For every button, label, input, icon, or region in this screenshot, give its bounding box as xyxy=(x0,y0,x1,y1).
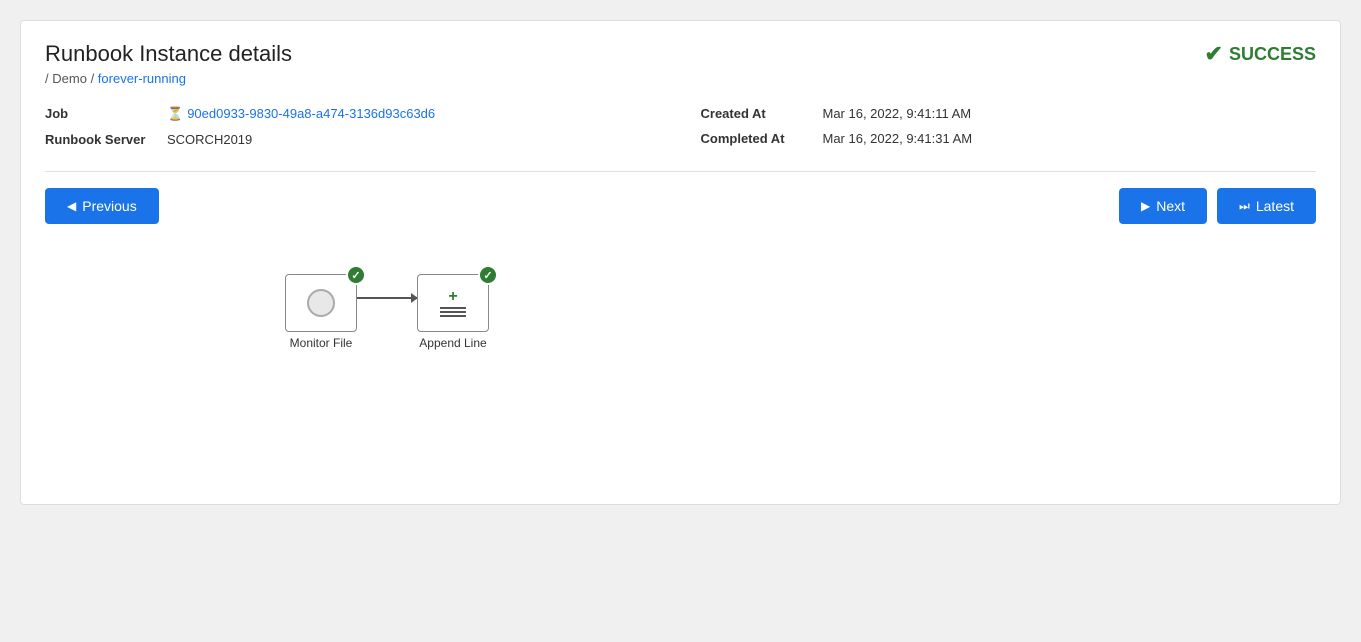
page-title: Runbook Instance details xyxy=(45,41,292,67)
success-check-icon: ✔ xyxy=(1205,41,1223,67)
previous-label: Previous xyxy=(82,198,136,214)
completed-at-value: Mar 16, 2022, 9:41:31 AM xyxy=(823,131,973,146)
previous-arrow-icon: ◀ xyxy=(67,199,76,213)
line-2 xyxy=(440,311,466,313)
line-1 xyxy=(440,307,466,309)
job-value: ⏳ 90ed0933-9830-49a8-a474-3136d93c63d6 xyxy=(167,106,435,122)
append-line-label: Append Line xyxy=(419,336,486,350)
latest-arrow-icon: ⏭ xyxy=(1239,199,1250,214)
job-label: Job xyxy=(45,106,155,121)
connector-arrow xyxy=(357,297,417,299)
created-at-value: Mar 16, 2022, 9:41:11 AM xyxy=(823,106,972,121)
workflow-node-monitor-file[interactable]: ✓ Monitor File xyxy=(285,274,357,350)
title-section: Runbook Instance details / Demo / foreve… xyxy=(45,41,292,86)
plus-icon: + xyxy=(448,289,457,305)
meta-left: Job ⏳ 90ed0933-9830-49a8-a474-3136d93c63d… xyxy=(45,106,661,147)
append-line-box: + ✓ xyxy=(417,274,489,332)
breadcrumb-parent: Demo xyxy=(52,71,87,86)
status-badge: ✔ SUCCESS xyxy=(1205,41,1316,67)
divider xyxy=(45,171,1316,172)
append-line-success-badge: ✓ xyxy=(478,265,498,285)
meta-grid: Job ⏳ 90ed0933-9830-49a8-a474-3136d93c63d… xyxy=(45,106,1316,147)
line-3 xyxy=(440,315,466,317)
monitor-file-box: ✓ xyxy=(285,274,357,332)
job-id-link[interactable]: 90ed0933-9830-49a8-a474-3136d93c63d6 xyxy=(187,106,435,121)
nav-right: ▶ Next ⏭ Latest xyxy=(1119,188,1316,224)
monitor-file-icon xyxy=(307,289,335,317)
next-label: Next xyxy=(1156,198,1185,214)
created-at-row: Created At Mar 16, 2022, 9:41:11 AM xyxy=(701,106,1317,121)
append-line-icon: + xyxy=(440,289,466,317)
runbook-server-label: Runbook Server xyxy=(45,132,155,147)
runbook-server-row: Runbook Server SCORCH2019 xyxy=(45,132,661,147)
breadcrumb-separator-1: / xyxy=(45,71,49,86)
workflow-container: ✓ Monitor File + ✓ xyxy=(285,274,489,350)
completed-at-row: Completed At Mar 16, 2022, 9:41:31 AM xyxy=(701,131,1317,146)
append-lines xyxy=(440,307,466,317)
header-row: Runbook Instance details / Demo / foreve… xyxy=(45,41,1316,86)
workflow-canvas: ✓ Monitor File + ✓ xyxy=(45,244,1316,484)
workflow-node-append-line[interactable]: + ✓ Append Line xyxy=(417,274,489,350)
next-button[interactable]: ▶ Next xyxy=(1119,188,1207,224)
title-main: Instance details xyxy=(139,41,292,66)
created-at-label: Created At xyxy=(701,106,811,121)
title-prefix: Runbook xyxy=(45,41,139,66)
completed-at-label: Completed At xyxy=(701,131,811,146)
meta-right: Created At Mar 16, 2022, 9:41:11 AM Comp… xyxy=(701,106,1317,147)
monitor-file-label: Monitor File xyxy=(290,336,353,350)
runbook-instance-card: Runbook Instance details / Demo / foreve… xyxy=(20,20,1341,505)
job-icon: ⏳ xyxy=(167,106,183,121)
breadcrumb-separator-2: / xyxy=(91,71,98,86)
status-text: SUCCESS xyxy=(1229,44,1316,65)
breadcrumb-current[interactable]: forever-running xyxy=(98,71,186,86)
latest-label: Latest xyxy=(1256,198,1294,214)
previous-button[interactable]: ◀ Previous xyxy=(45,188,159,224)
job-row: Job ⏳ 90ed0933-9830-49a8-a474-3136d93c63d… xyxy=(45,106,661,122)
next-arrow-icon: ▶ xyxy=(1141,199,1150,213)
runbook-server-value: SCORCH2019 xyxy=(167,132,252,147)
monitor-file-success-badge: ✓ xyxy=(346,265,366,285)
latest-button[interactable]: ⏭ Latest xyxy=(1217,188,1316,224)
breadcrumb: / Demo / forever-running xyxy=(45,71,292,86)
nav-row: ◀ Previous ▶ Next ⏭ Latest xyxy=(45,188,1316,224)
